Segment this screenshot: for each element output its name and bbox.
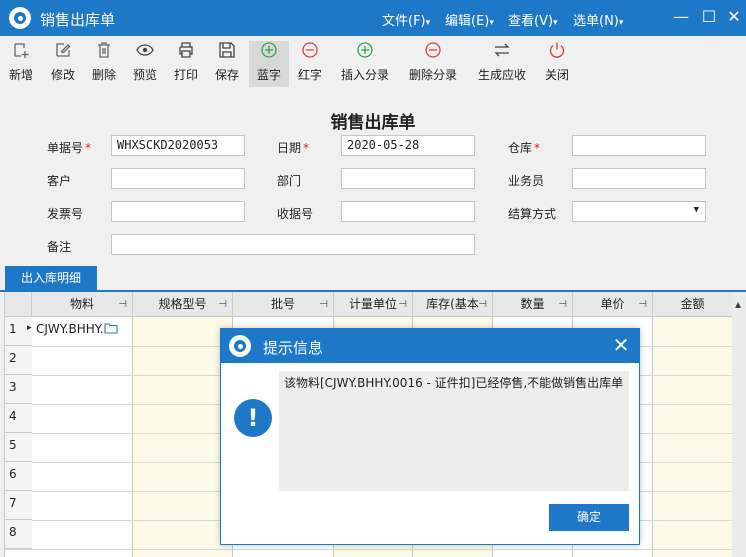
- date-label: 日期 *: [277, 141, 310, 155]
- plus-circle-icon: [261, 42, 277, 58]
- remark-label: 备注: [47, 240, 72, 254]
- swap-icon: [494, 43, 510, 57]
- department-label: 部门: [277, 174, 302, 188]
- pin-icon: ⊣: [398, 299, 407, 310]
- window-titlebar: 销售出库单 文件(F)▾ 编辑(E)▾ 查看(V)▾ 选单(N)▾ — ☐ ✕: [0, 0, 746, 36]
- close-form-button[interactable]: 关闭: [540, 41, 574, 87]
- grid-corner: [5, 292, 32, 317]
- menu-edit[interactable]: 编辑(E)▾: [445, 10, 494, 29]
- insert-entry-button[interactable]: 插入分录: [336, 41, 394, 87]
- invoice-no-input[interactable]: [111, 201, 245, 222]
- col-header-spec[interactable]: 规格型号 ⊣: [133, 292, 233, 317]
- delete-button[interactable]: 删除: [87, 41, 121, 87]
- dialog-titlebar: 提示信息 ✕: [221, 329, 639, 363]
- bill-no-label: 单据号 *: [47, 141, 92, 155]
- customer-input[interactable]: [111, 168, 245, 189]
- cell-material[interactable]: CJWY.BHHY.: [36, 322, 132, 336]
- app-logo-icon: [229, 335, 251, 357]
- maximize-button[interactable]: ☐: [698, 6, 720, 28]
- minus-circle-icon: [425, 42, 441, 58]
- folder-icon[interactable]: [103, 322, 119, 334]
- plus-circle-icon: [357, 42, 373, 58]
- col-amount: [653, 317, 733, 557]
- scroll-up-icon: ▲: [735, 300, 742, 309]
- col-header-material[interactable]: 物料 ⊣: [32, 292, 133, 317]
- row-number: 7: [5, 491, 32, 520]
- form-title: 销售出库单: [330, 113, 416, 133]
- pin-icon: ⊣: [319, 299, 328, 310]
- vertical-scrollbar[interactable]: ▲: [732, 292, 746, 557]
- dialog-close-button[interactable]: ✕: [609, 333, 633, 357]
- new-button[interactable]: 新增: [4, 41, 38, 87]
- blue-word-button[interactable]: 蓝字: [249, 41, 289, 87]
- row-number: 5: [5, 433, 32, 462]
- edit-button[interactable]: 修改: [46, 41, 80, 87]
- delete-entry-button[interactable]: 删除分录: [404, 41, 462, 87]
- settlement-select[interactable]: ▼: [572, 201, 706, 222]
- pin-icon: ⊣: [118, 299, 127, 310]
- bill-no-input[interactable]: WHXSCKD2020053: [111, 135, 245, 156]
- pin-icon: ⊣: [478, 299, 487, 310]
- red-word-button[interactable]: 红字: [293, 41, 327, 87]
- salesman-label: 业务员: [508, 174, 545, 188]
- col-header-price[interactable]: 单价 ⊣: [573, 292, 653, 317]
- remark-input[interactable]: [111, 234, 475, 255]
- app-logo-icon: [9, 7, 31, 29]
- menu-view[interactable]: 查看(V)▾: [508, 10, 558, 29]
- row-number: 3: [5, 375, 32, 404]
- power-icon: [549, 42, 565, 58]
- save-button[interactable]: 保存: [210, 41, 244, 87]
- col-header-qty[interactable]: 数量 ⊣: [493, 292, 573, 317]
- dropdown-arrow-icon: ▼: [693, 205, 699, 215]
- message-dialog: 提示信息 ✕ ! 该物料[CJWY.BHHY.0016 - 证件扣]已经停售,不…: [220, 328, 640, 545]
- pin-icon: ⊣: [558, 299, 567, 310]
- col-header-unit[interactable]: 计量单位 ⊣: [334, 292, 413, 317]
- row-number: 6: [5, 462, 32, 491]
- tab-inout-detail[interactable]: 出入库明细: [5, 266, 97, 290]
- col-spec: [133, 317, 233, 557]
- row-number: 2: [5, 346, 32, 375]
- pin-icon: ⊣: [218, 299, 227, 310]
- col-header-stock[interactable]: 库存(基本 ⊣: [413, 292, 493, 317]
- row-divider: [5, 549, 746, 550]
- print-button[interactable]: 打印: [169, 41, 203, 87]
- dialog-title: 提示信息: [263, 339, 324, 357]
- edit-icon: [56, 43, 71, 57]
- settlement-label: 结算方式: [508, 207, 557, 221]
- col-header-amount[interactable]: 金额: [653, 292, 733, 317]
- generate-receivable-button[interactable]: 生成应收: [473, 41, 531, 87]
- window-title: 销售出库单: [40, 11, 116, 29]
- save-icon: [219, 42, 235, 58]
- menu-select[interactable]: 选单(N)▾: [573, 10, 623, 29]
- receipt-no-label: 收据号: [277, 207, 314, 221]
- salesman-input[interactable]: [572, 168, 706, 189]
- date-input[interactable]: 2020-05-28: [341, 135, 475, 156]
- close-button[interactable]: ✕: [723, 6, 745, 28]
- pin-icon: ⊣: [638, 299, 647, 310]
- minimize-button[interactable]: —: [670, 6, 692, 28]
- department-input[interactable]: [341, 168, 475, 189]
- eye-icon: [136, 44, 154, 56]
- trash-icon: [98, 42, 110, 58]
- warehouse-label: 仓库 *: [508, 141, 541, 155]
- warehouse-input[interactable]: [572, 135, 706, 156]
- toolbar: 新增 修改 删除 预览 打印 保存 蓝字 红字 插入分录 删除分录 生成应收 关…: [0, 36, 746, 90]
- current-row-indicator-icon: ▸: [27, 323, 32, 333]
- ok-button[interactable]: 确定: [549, 504, 629, 531]
- dialog-message: 该物料[CJWY.BHHY.0016 - 证件扣]已经停售,不能做销售出库单: [279, 371, 629, 491]
- menu-file[interactable]: 文件(F)▾: [382, 10, 430, 29]
- warning-icon: !: [234, 399, 272, 437]
- col-header-batch[interactable]: 批号 ⊣: [233, 292, 334, 317]
- row-number: 8: [5, 520, 32, 549]
- preview-button[interactable]: 预览: [128, 41, 162, 87]
- row-number: 4: [5, 404, 32, 433]
- customer-label: 客户: [47, 174, 72, 188]
- col-material: [32, 317, 133, 557]
- receipt-no-input[interactable]: [341, 201, 475, 222]
- printer-icon: [179, 42, 193, 58]
- new-icon: [14, 43, 29, 58]
- invoice-no-label: 发票号: [47, 207, 84, 221]
- minus-circle-icon: [302, 42, 318, 58]
